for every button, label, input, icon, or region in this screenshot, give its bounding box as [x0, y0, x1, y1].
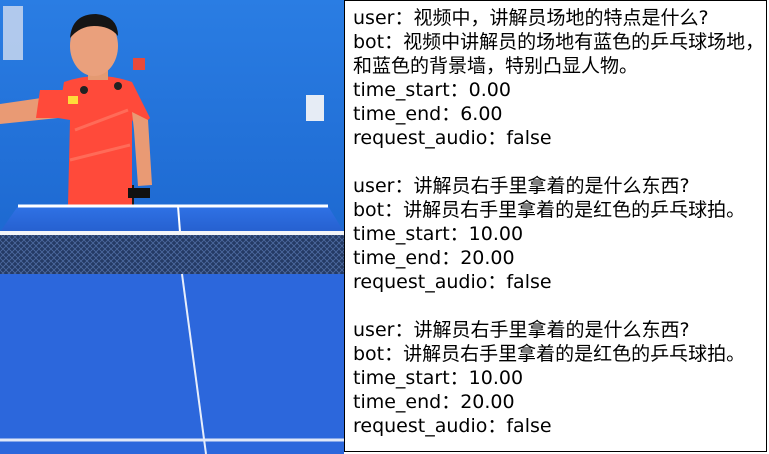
bot-answer: bot：讲解员右手里拿着的是红色的乒乓球拍。 — [353, 199, 746, 221]
user-question: user：讲解员右手里拿着的是什么东西? — [353, 175, 690, 197]
bot-answer: bot：讲解员右手里拿着的是红色的乒乓球拍。 — [353, 343, 746, 365]
bot-answer: bot：视频中讲解员的场地有蓝色的乒乓球场地，和蓝色的背景墙，特别凸显人物。 — [353, 31, 765, 77]
request-audio: request_audio：false — [353, 271, 552, 293]
request-audio: request_audio：false — [353, 127, 552, 149]
request-audio: request_audio：false — [353, 415, 552, 437]
wall-box — [306, 95, 324, 121]
time-start: time_start：10.00 — [353, 367, 524, 389]
user-question: user：讲解员右手里拿着的是什么东西? — [353, 319, 690, 341]
table-near-half — [0, 274, 344, 454]
wall-socket — [133, 58, 145, 70]
dialogue-turn: user：讲解员右手里拿着的是什么东西? bot：讲解员右手里拿着的是红色的乒乓… — [353, 318, 766, 438]
time-end: time_end：6.00 — [353, 103, 503, 125]
table-net — [0, 232, 344, 274]
dialogue-turn: user：讲解员右手里拿着的是什么东西? bot：讲解员右手里拿着的是红色的乒乓… — [353, 174, 766, 294]
time-start: time_start：10.00 — [353, 223, 524, 245]
time-end: time_end：20.00 — [353, 247, 515, 269]
table-top — [0, 206, 344, 232]
chat-transcript: user：视频中，讲解员场地的特点是什么? bot：视频中讲解员的场地有蓝色的乒… — [344, 0, 767, 452]
time-end: time_end：20.00 — [353, 391, 515, 413]
dialogue-turn: user：视频中，讲解员场地的特点是什么? bot：视频中讲解员的场地有蓝色的乒… — [353, 6, 766, 150]
time-start: time_start：0.00 — [353, 79, 511, 101]
user-question: user：视频中，讲解员场地的特点是什么? — [353, 7, 709, 29]
video-frame — [0, 0, 344, 454]
wall-panel — [3, 6, 23, 60]
